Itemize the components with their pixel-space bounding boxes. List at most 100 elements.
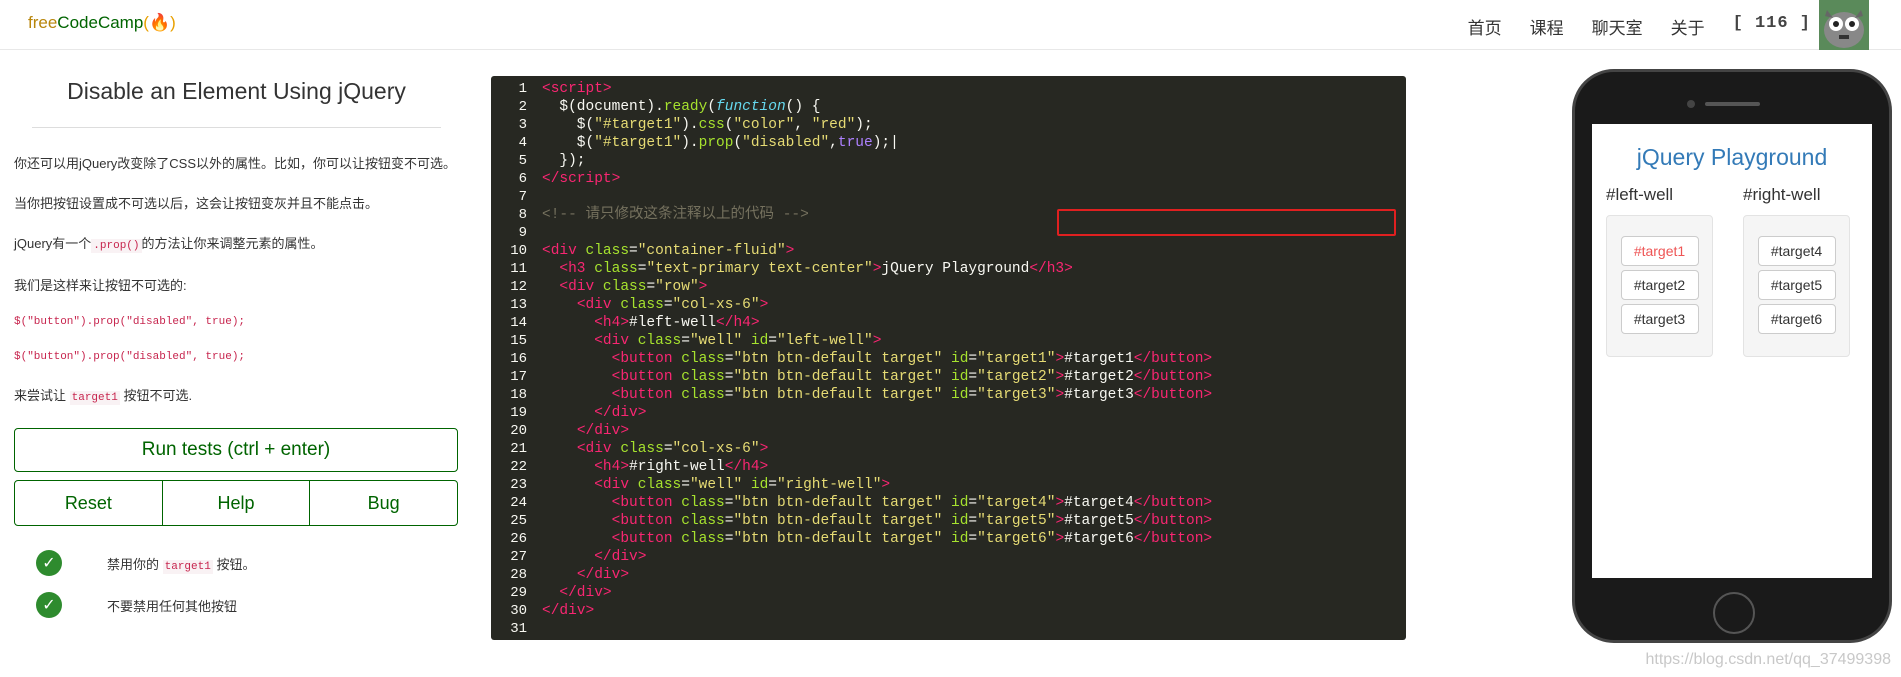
text-span: 按钮不可选.: [119, 388, 193, 403]
avatar-image: [1819, 0, 1869, 50]
code-line: </div>: [594, 405, 647, 421]
top-navbar: freeCodeCamp(🔥) 首页 课程 聊天室 关于 [ 116 ]: [0, 0, 1901, 50]
code-line: <div class="col-xs-6">: [576, 441, 769, 457]
nav-link-home[interactable]: 首页: [1468, 14, 1502, 39]
test-text: 禁用你的 target1 按钮。: [107, 554, 256, 574]
code-line: <button class="btn btn-default target" i…: [611, 369, 1213, 385]
right-well-heading: #right-well: [1743, 185, 1821, 204]
code-line: <h3 class="text-primary text-center">jQu…: [559, 261, 1073, 277]
nav-link-courses[interactable]: 课程: [1530, 14, 1564, 39]
help-button[interactable]: Help: [163, 481, 311, 525]
right-column: #right-well #target4 #target5 #target6: [1743, 185, 1850, 357]
text-span: 来尝试让: [14, 388, 70, 403]
code-editor[interactable]: 1 2 3 4 5 6 7 8 9 10 11 12 13 14 15 16 17 18 19 20 21 22 23 24 2…: [491, 76, 1406, 640]
line-number: 1: [518, 81, 527, 97]
left-column: #left-well #target1 #target2 #target3: [1606, 185, 1713, 357]
code-line: <button class="btn btn-default target" i…: [611, 351, 1213, 367]
line-number: 26: [510, 531, 527, 547]
line-number: 25: [510, 513, 527, 529]
target2-button[interactable]: #target2: [1620, 270, 1699, 300]
line-number: 2: [518, 99, 527, 115]
code-line: </div>: [542, 603, 595, 619]
line-number: 20: [510, 423, 527, 439]
line-number: 23: [510, 477, 527, 493]
code-example: $("button").prop("disabled", true);: [14, 351, 246, 363]
target3-button[interactable]: #target3: [1620, 304, 1699, 334]
nav-link-chatroom[interactable]: 聊天室: [1592, 14, 1643, 39]
target1-button: #target1: [1620, 236, 1699, 266]
line-number: 4: [518, 135, 527, 151]
user-points[interactable]: [ 116 ]: [1733, 14, 1811, 39]
code-line: <button class="btn btn-default target" i…: [611, 387, 1213, 403]
code-line: <button class="btn btn-default target" i…: [611, 513, 1213, 529]
line-number: 7: [518, 189, 527, 205]
inline-code: .prop(): [91, 239, 142, 253]
reset-button[interactable]: Reset: [15, 481, 163, 525]
code-line: <div class="container-fluid">: [542, 243, 795, 259]
logo-free-text: free: [28, 13, 58, 32]
target5-button[interactable]: #target5: [1757, 270, 1836, 300]
description-paragraph: 你还可以用jQuery改变除了CSS以外的属性。比如，你可以让按钮变不可选。: [14, 156, 457, 171]
text-span: 的方法让你来调整元素的属性。: [141, 236, 324, 251]
challenge-description: 你还可以用jQuery改变除了CSS以外的属性。比如，你可以让按钮变不可选。 当…: [14, 154, 459, 408]
challenge-title: Disable an Element Using jQuery: [67, 78, 406, 104]
right-well: #target4 #target5 #target6: [1743, 215, 1850, 357]
preview-row: #left-well #target1 #target2 #target3 #r…: [1592, 185, 1872, 357]
line-number: 29: [510, 585, 527, 601]
text-span: jQuery有一个: [14, 236, 92, 251]
code-line: <div class="well" id="right-well">: [594, 477, 891, 493]
highlight-box: [1057, 209, 1396, 236]
code-line: </div>: [576, 423, 630, 439]
inline-code: target1: [162, 559, 213, 574]
target6-button[interactable]: #target6: [1757, 304, 1836, 334]
bug-button[interactable]: Bug: [310, 481, 457, 525]
line-number: 24: [510, 495, 527, 511]
line-number: 19: [510, 405, 527, 421]
line-number: 9: [518, 225, 527, 241]
text-span: 禁用你的: [107, 556, 163, 572]
line-number: 13: [510, 297, 527, 313]
description-paragraph: 当你把按钮设置成不可选以后，这会让按钮变灰并且不能点击。: [14, 196, 379, 211]
line-number: 5: [518, 153, 527, 169]
code-line: </div>: [559, 585, 612, 601]
code-line: </script>: [542, 171, 621, 187]
code-example: $("button").prop("disabled", true);: [14, 316, 246, 328]
line-number: 21: [510, 441, 527, 457]
code-line: </div>: [594, 549, 647, 565]
code-line: </div>: [576, 567, 630, 583]
camera-icon: [1687, 100, 1695, 108]
watermark: https://blog.csdn.net/qq_37499398: [1645, 651, 1891, 668]
description-paragraph: 我们是这样来让按钮不可选的:: [14, 278, 187, 293]
target4-button[interactable]: #target4: [1757, 236, 1836, 266]
action-button-group: Reset Help Bug: [14, 480, 458, 526]
line-number: 18: [510, 387, 527, 403]
test-list: ✓ 禁用你的 target1 按钮。 ✓ 不要禁用任何其他按钮: [14, 542, 459, 626]
run-tests-button[interactable]: Run tests (ctrl + enter): [14, 428, 458, 472]
editor-code-area[interactable]: <script> $(document).ready(function() { …: [542, 80, 1402, 638]
checkmark-icon: ✓: [36, 592, 62, 618]
line-number: 15: [510, 333, 527, 349]
line-number: 6: [518, 171, 527, 187]
code-line: $("#target1").prop("disabled",true);|: [542, 135, 899, 151]
description-paragraph: jQuery有一个 .prop() 的方法让你来调整元素的属性。: [14, 234, 459, 256]
test-item: ✓ 不要禁用任何其他按钮: [14, 584, 459, 626]
line-number: 30: [510, 603, 527, 619]
home-button-icon: [1713, 592, 1755, 634]
text-span: 按钮。: [212, 556, 256, 572]
checkmark-icon: ✓: [36, 550, 62, 576]
freecodecamp-logo[interactable]: freeCodeCamp(🔥): [28, 13, 176, 33]
line-number-gutter: 1 2 3 4 5 6 7 8 9 10 11 12 13 14 15 16 17 18 19 20 21 22 23 24 2…: [491, 80, 527, 638]
code-line: <button class="btn btn-default target" i…: [611, 531, 1213, 547]
line-number: 3: [518, 117, 527, 133]
line-number: 11: [510, 261, 527, 277]
code-line: <button class="btn btn-default target" i…: [611, 495, 1213, 511]
logo-codecamp-text: CodeCamp: [57, 13, 144, 32]
user-avatar[interactable]: [1819, 0, 1869, 50]
code-line: <h4>#right-well</h4>: [594, 459, 769, 475]
nav-link-about[interactable]: 关于: [1671, 14, 1705, 39]
speaker-icon: [1705, 102, 1760, 106]
line-number: 17: [510, 369, 527, 385]
code-line: <h4>#left-well</h4>: [594, 315, 760, 331]
line-number: 8: [518, 207, 527, 223]
